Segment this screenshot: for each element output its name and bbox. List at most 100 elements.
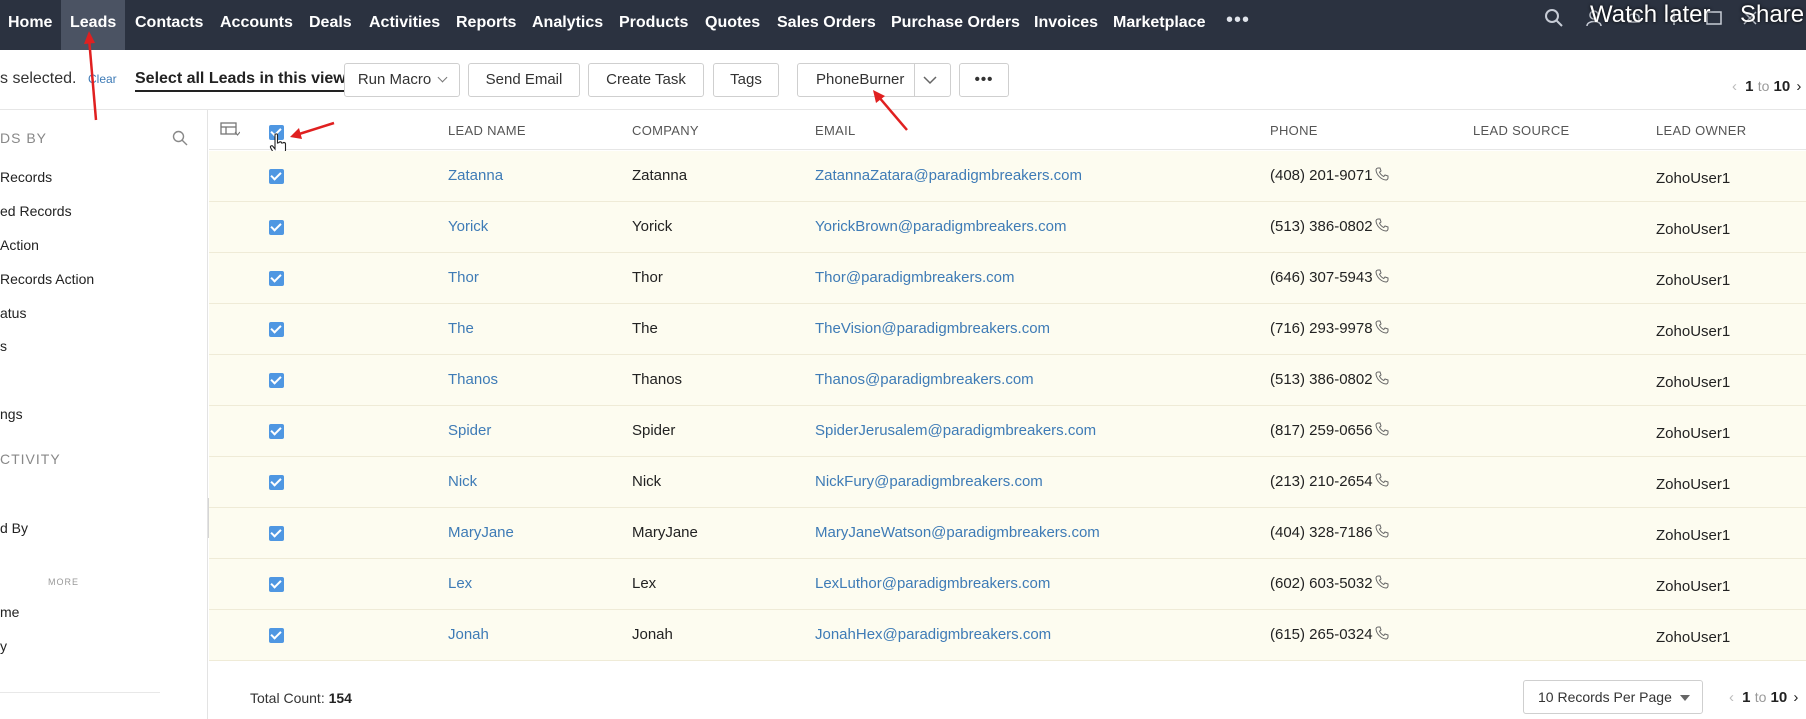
- phone-icon[interactable]: [1375, 320, 1389, 334]
- email-link[interactable]: NickFury@paradigmbreakers.com: [815, 473, 1043, 490]
- nav-tab-invoices[interactable]: Invoices: [1034, 0, 1098, 50]
- tags-button[interactable]: Tags: [713, 63, 779, 97]
- phone-cell[interactable]: (602) 603-5032: [1270, 575, 1389, 592]
- records-per-page-select[interactable]: 10 Records Per Page: [1523, 680, 1703, 714]
- email-link[interactable]: YorickBrown@paradigmbreakers.com: [815, 218, 1066, 235]
- column-header-lead-owner[interactable]: LEAD OWNER: [1656, 123, 1746, 138]
- row-checkbox[interactable]: [269, 220, 284, 235]
- phone-icon[interactable]: [1375, 371, 1389, 385]
- lead-name-link[interactable]: Thor: [448, 269, 479, 286]
- send-email-button[interactable]: Send Email: [468, 63, 580, 97]
- filter-item-records-action[interactable]: Records Action: [0, 271, 94, 287]
- lead-name-link[interactable]: Lex: [448, 575, 472, 592]
- phone-cell[interactable]: (213) 210-2654: [1270, 473, 1389, 490]
- nav-tab-marketplace[interactable]: Marketplace: [1113, 0, 1206, 50]
- row-checkbox[interactable]: [269, 271, 284, 286]
- column-header-lead-source[interactable]: LEAD SOURCE: [1473, 123, 1570, 138]
- email-link[interactable]: Thanos@paradigmbreakers.com: [815, 371, 1034, 388]
- row-checkbox[interactable]: [269, 577, 284, 592]
- filter-item-campaigns[interactable]: ngs: [0, 406, 23, 422]
- lead-name-link[interactable]: Nick: [448, 473, 477, 490]
- nav-more-menu[interactable]: •••: [1226, 0, 1250, 50]
- filter-item-y[interactable]: y: [0, 638, 7, 654]
- run-macro-button[interactable]: Run Macro: [344, 63, 460, 97]
- chevron-down-icon[interactable]: [922, 74, 938, 86]
- nav-tab-analytics[interactable]: Analytics: [532, 0, 603, 50]
- column-header-lead-name[interactable]: LEAD NAME: [448, 123, 526, 138]
- phone-cell[interactable]: (615) 265-0324: [1270, 626, 1389, 643]
- nav-tab-activities[interactable]: Activities: [369, 0, 440, 50]
- nav-tab-purchase-orders[interactable]: Purchase Orders: [891, 0, 1020, 50]
- lead-name-link[interactable]: MaryJane: [448, 524, 514, 541]
- email-link[interactable]: LexLuthor@paradigmbreakers.com: [815, 575, 1050, 592]
- phone-cell[interactable]: (817) 259-0656: [1270, 422, 1389, 439]
- create-task-button[interactable]: Create Task: [588, 63, 704, 97]
- row-checkbox[interactable]: [269, 475, 284, 490]
- email-link[interactable]: TheVision@paradigmbreakers.com: [815, 320, 1050, 337]
- phone-icon[interactable]: [1375, 167, 1389, 181]
- column-header-email[interactable]: EMAIL: [815, 123, 856, 138]
- lead-name-link[interactable]: Spider: [448, 422, 491, 439]
- filter-item-modified-by[interactable]: d By: [0, 520, 28, 536]
- column-header-phone[interactable]: PHONE: [1270, 123, 1318, 138]
- phone-icon[interactable]: [1375, 422, 1389, 436]
- filter-item-action[interactable]: Action: [0, 237, 39, 253]
- email-link[interactable]: ZatannaZatara@paradigmbreakers.com: [815, 167, 1082, 184]
- phone-icon[interactable]: [1375, 269, 1389, 283]
- nav-tab-leads[interactable]: Leads: [61, 0, 125, 50]
- more-actions-button[interactable]: •••: [959, 63, 1009, 97]
- search-icon[interactable]: [172, 130, 188, 146]
- search-icon[interactable]: [1544, 8, 1564, 28]
- phone-cell[interactable]: (408) 201-9071: [1270, 167, 1389, 184]
- phone-cell[interactable]: (716) 293-9978: [1270, 320, 1389, 337]
- prev-page-icon[interactable]: ‹: [1729, 689, 1734, 706]
- nav-tab-quotes[interactable]: Quotes: [705, 0, 760, 50]
- lead-name-link[interactable]: Zatanna: [448, 167, 503, 184]
- lead-name-link[interactable]: Thanos: [448, 371, 498, 388]
- next-page-icon[interactable]: ›: [1793, 689, 1798, 706]
- phone-cell[interactable]: (513) 386-0802: [1270, 218, 1389, 235]
- row-checkbox[interactable]: [269, 322, 284, 337]
- nav-tab-contacts[interactable]: Contacts: [135, 0, 203, 50]
- share-overlay[interactable]: Share: [1740, 1, 1804, 29]
- email-link[interactable]: Thor@paradigmbreakers.com: [815, 269, 1014, 286]
- row-checkbox[interactable]: [269, 424, 284, 439]
- nav-tab-accounts[interactable]: Accounts: [220, 0, 293, 50]
- select-all-leads-link[interactable]: Select all Leads in this view: [135, 70, 346, 92]
- phone-icon[interactable]: [1375, 575, 1389, 589]
- filter-item-s[interactable]: s: [0, 338, 7, 354]
- prev-page-icon[interactable]: ‹: [1732, 78, 1737, 95]
- phone-cell[interactable]: (513) 386-0802: [1270, 371, 1389, 388]
- clear-selection-link[interactable]: Clear: [88, 72, 117, 86]
- lead-name-link[interactable]: Yorick: [448, 218, 488, 235]
- row-checkbox[interactable]: [269, 373, 284, 388]
- phone-icon[interactable]: [1375, 524, 1389, 538]
- phone-icon[interactable]: [1375, 218, 1389, 232]
- phone-number: (817) 259-0656: [1270, 422, 1373, 439]
- filter-item-records[interactable]: Records: [0, 169, 52, 185]
- email-link[interactable]: SpiderJerusalem@paradigmbreakers.com: [815, 422, 1096, 439]
- row-checkbox[interactable]: [269, 169, 284, 184]
- column-header-company[interactable]: COMPANY: [632, 123, 699, 138]
- phone-cell[interactable]: (404) 328-7186: [1270, 524, 1389, 541]
- filter-item-edited-records[interactable]: ed Records: [0, 203, 72, 219]
- email-link[interactable]: JonahHex@paradigmbreakers.com: [815, 626, 1051, 643]
- phone-cell[interactable]: (646) 307-5943: [1270, 269, 1389, 286]
- filter-item-status[interactable]: atus: [0, 305, 26, 321]
- watch-later-overlay[interactable]: Watch later: [1590, 1, 1710, 29]
- phone-icon[interactable]: [1375, 626, 1389, 640]
- column-settings-icon[interactable]: [220, 121, 240, 137]
- next-page-icon[interactable]: ›: [1796, 78, 1801, 95]
- filter-item-name[interactable]: me: [0, 604, 19, 620]
- nav-tab-products[interactable]: Products: [619, 0, 688, 50]
- nav-tab-sales-orders[interactable]: Sales Orders: [777, 0, 876, 50]
- lead-name-link[interactable]: Jonah: [448, 626, 489, 643]
- nav-tab-home[interactable]: Home: [0, 0, 60, 50]
- phone-icon[interactable]: [1375, 473, 1389, 487]
- nav-tab-reports[interactable]: Reports: [456, 0, 516, 50]
- row-checkbox[interactable]: [269, 526, 284, 541]
- row-checkbox[interactable]: [269, 628, 284, 643]
- nav-tab-deals[interactable]: Deals: [309, 0, 352, 50]
- email-link[interactable]: MaryJaneWatson@paradigmbreakers.com: [815, 524, 1100, 541]
- lead-name-link[interactable]: The: [448, 320, 474, 337]
